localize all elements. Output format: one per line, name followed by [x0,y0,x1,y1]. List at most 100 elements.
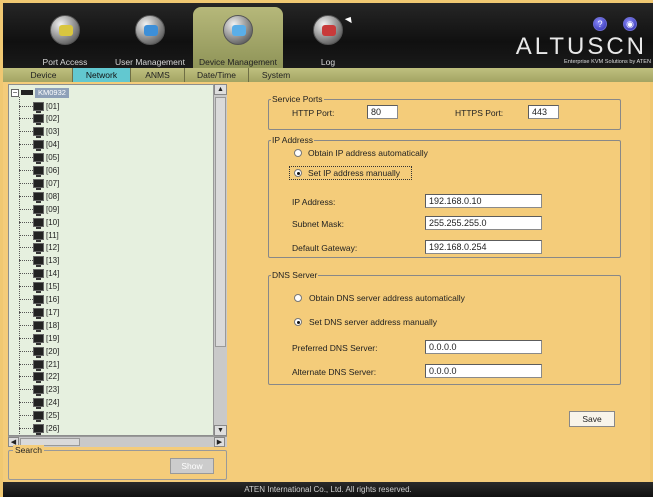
tab-anms[interactable]: ANMS [131,68,185,82]
ip-auto-label[interactable]: Obtain IP address automatically [308,148,428,158]
collapse-icon[interactable]: − [11,88,19,97]
tree-port-node[interactable]: [21] [19,358,59,371]
device-tree[interactable]: − KM0932 [01] [02] [03] [04] [05] [06] [07] [08… [8,84,227,436]
nav-log[interactable]: Log [283,7,373,69]
tree-port-node[interactable]: [03] [19,126,59,139]
footer-copyright: ATEN International Co., Ltd. All rights … [3,482,653,497]
dns-manual-radio[interactable] [294,318,302,326]
save-button[interactable]: Save [569,411,615,427]
tab-network[interactable]: Network [73,68,131,82]
tree-port-node[interactable]: [07] [19,177,59,190]
tree-port-node[interactable]: [24] [19,397,60,410]
port-label: [20] [46,346,60,356]
dns-manual-label[interactable]: Set DNS server address manually [309,317,437,327]
port-access-icon [50,15,80,45]
tree-port-node[interactable]: [08] [19,190,59,203]
help-icon[interactable]: ? [593,17,607,31]
computer-icon [33,359,44,371]
tree-port-node[interactable]: [20] [19,345,60,358]
alternate-dns-label: Alternate DNS Server: [292,367,377,377]
tree-port-node[interactable]: [15] [19,281,60,294]
tree-port-node[interactable]: [04] [19,139,59,152]
dns-auto-label[interactable]: Obtain DNS server address automatically [309,293,465,303]
tree-port-node[interactable]: [09] [19,203,59,216]
tree-port-node[interactable]: [12] [19,242,60,255]
brand-tagline: Enterprise KVM Solutions by ATEN [564,59,651,65]
tree-port-node[interactable]: [11] [19,229,59,242]
dns-server-legend: DNS Server [272,270,318,280]
tree-port-node[interactable]: [18] [19,319,59,332]
port-label: [01] [46,101,60,111]
ip-manual-label[interactable]: Set IP address manually [308,168,400,178]
scroll-up-icon[interactable]: ▲ [214,84,227,95]
preferred-dns-input[interactable]: 0.0.0.0 [425,340,542,354]
subnet-mask-input[interactable]: 255.255.255.0 [425,216,542,230]
scroll-right-icon[interactable]: ▶ [214,437,225,447]
tree-root-label: KM0932 [35,87,69,98]
computer-icon [33,333,44,345]
alternate-dns-input[interactable]: 0.0.0.0 [425,364,542,378]
computer-icon [33,282,44,294]
tree-port-node[interactable]: [06] [19,165,59,177]
top-navigation-bar: Port Access User Management Device Manag… [3,3,653,69]
logout-icon[interactable]: ◉ [623,17,637,31]
nav-label: User Management [115,57,185,67]
computer-icon [33,243,44,255]
device-management-icon [223,15,253,45]
computer-icon [33,217,44,229]
tree-connector [19,118,33,120]
computer-icon [33,178,44,190]
tree-port-node[interactable]: [17] [19,306,59,319]
port-label: [19] [46,333,60,343]
gateway-input[interactable]: 192.168.0.254 [425,240,542,254]
tree-vertical-scrollbar[interactable]: ▲ ▼ [213,84,227,436]
http-port-input[interactable]: 80 [367,105,398,119]
tree-port-node[interactable]: [23] [19,384,60,397]
nav-port-access[interactable]: Port Access [20,7,110,69]
tree-port-node[interactable]: [10] [19,216,60,229]
tree-connector [19,157,33,159]
tree-port-node[interactable]: [02] [19,113,59,126]
nav-user-management[interactable]: User Management [105,7,195,69]
tab-date-time[interactable]: Date/Time [185,68,249,82]
ip-manual-radio[interactable] [294,169,302,177]
computer-icon [33,140,44,152]
nav-device-management[interactable]: Device Management [193,7,283,69]
scroll-down-icon[interactable]: ▼ [214,425,227,436]
port-label: [23] [46,385,60,395]
port-label: [12] [46,243,60,253]
tree-port-node[interactable]: [25] [19,410,59,423]
computer-icon [33,269,44,281]
port-label: [24] [46,398,60,408]
tree-connector [19,234,33,236]
https-port-input[interactable]: 443 [528,105,559,119]
ip-address-input[interactable]: 192.168.0.10 [425,194,542,208]
sub-tab-bar: Device Network ANMS Date/Time System [3,68,653,82]
ip-auto-radio[interactable] [294,149,302,157]
tab-system[interactable]: System [249,68,303,82]
http-port-label: HTTP Port: [292,108,335,118]
tree-port-node[interactable]: [19] [19,332,60,345]
tree-connector [19,299,33,300]
tree-connector [19,208,33,210]
port-label: [26] [46,424,60,433]
computer-icon [33,320,44,332]
tab-device[interactable]: Device [15,68,73,82]
port-label: [10] [46,217,60,227]
tree-port-node[interactable]: [13] [19,255,59,268]
port-label: [16] [46,295,60,304]
port-label: [15] [46,282,60,292]
tree-connector [19,415,33,417]
tree-port-node[interactable]: [26] [19,423,59,435]
tree-port-node[interactable]: [16] [19,294,59,306]
tree-port-node[interactable]: [14] [19,268,59,281]
dns-auto-radio[interactable] [294,294,302,302]
computer-icon [33,153,44,165]
nav-label: Log [320,57,336,67]
tree-port-node[interactable]: [01] [19,100,60,113]
gateway-label: Default Gateway: [292,243,358,253]
show-button[interactable]: Show [170,458,214,474]
tree-port-node[interactable]: [05] [19,152,59,165]
tree-port-node[interactable]: [22] [19,371,59,384]
scrollbar-thumb[interactable] [215,97,226,347]
